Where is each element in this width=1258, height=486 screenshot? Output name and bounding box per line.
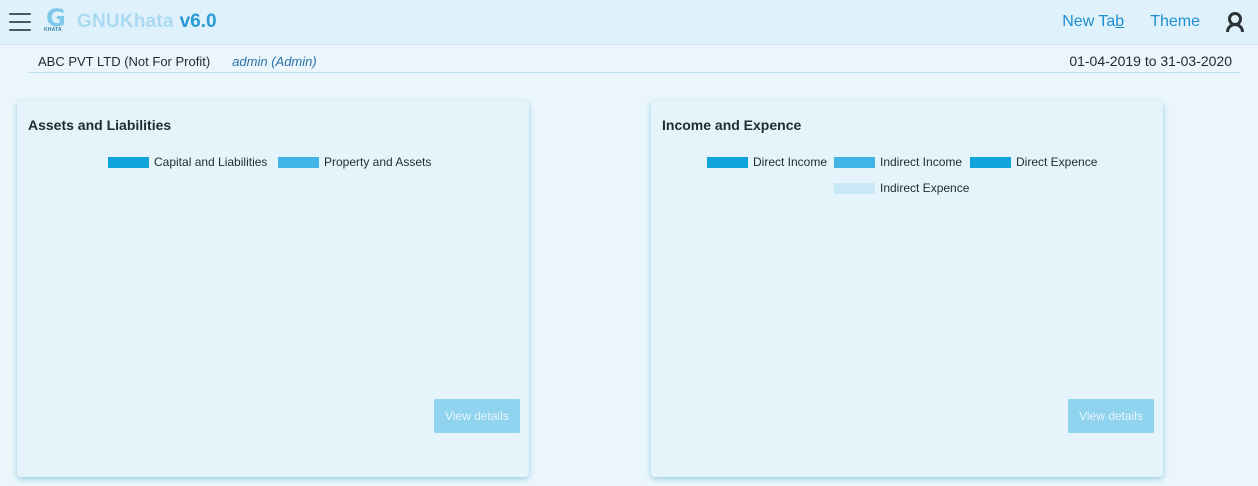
organisation-bar: ABC PVT LTD (Not For Profit) admin (Admi… — [28, 50, 1240, 73]
organisation-name: ABC PVT LTD (Not For Profit) — [38, 53, 211, 69]
legend-swatch — [970, 156, 1011, 168]
financial-period: 01-04-2019 to 31-03-2020 — [1069, 53, 1232, 69]
legend-item[interactable]: Indirect Expence — [834, 181, 969, 195]
legend-swatch — [707, 156, 748, 168]
view-details-button[interactable]: View details — [434, 399, 520, 433]
view-details-button[interactable]: View details — [1068, 399, 1154, 433]
logged-in-user: admin (Admin) — [232, 53, 317, 69]
theme-link[interactable]: Theme — [1150, 13, 1200, 31]
card-title: Income and Expence — [662, 117, 802, 133]
legend-item[interactable]: Direct Expence — [970, 155, 1097, 169]
user-account-icon[interactable] — [1226, 12, 1244, 32]
menu-icon[interactable] — [9, 11, 31, 33]
legend-swatch — [834, 182, 875, 194]
legend-swatch — [278, 156, 319, 168]
legend-item[interactable]: Capital and Liabilities — [108, 155, 267, 169]
legend-swatch — [108, 156, 149, 168]
assets-liabilities-card: Assets and Liabilities Capital and Liabi… — [17, 101, 529, 477]
card-title: Assets and Liabilities — [28, 117, 172, 133]
legend-item[interactable]: Property and Assets — [278, 155, 431, 169]
legend-item[interactable]: Indirect Income — [834, 155, 962, 169]
top-navbar: G KHATA GNUKhata v6.0 New Tab Theme — [0, 0, 1258, 45]
legend-item[interactable]: Direct Income — [707, 155, 827, 169]
legend-swatch — [834, 156, 875, 168]
new-tab-link[interactable]: New Tab — [1062, 13, 1124, 31]
gnukhata-logo: G KHATA — [44, 4, 66, 33]
brand-name: GNUKhata — [77, 11, 174, 32]
income-expence-card: Income and Expence Direct Income Indirec… — [651, 101, 1163, 477]
app-version: v6.0 — [179, 11, 217, 32]
